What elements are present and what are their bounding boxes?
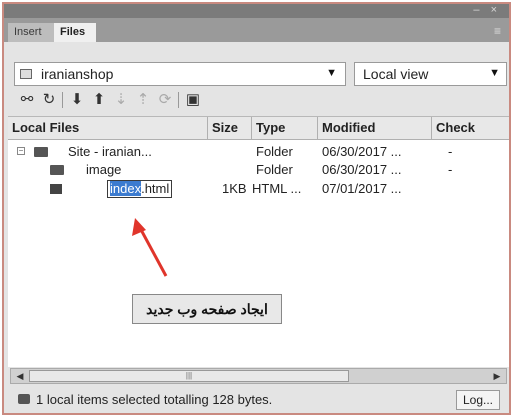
log-button[interactable]: Log...: [456, 390, 500, 410]
scroll-right-icon[interactable]: ▶: [490, 369, 504, 383]
scroll-left-icon[interactable]: ◀: [13, 369, 27, 383]
annotation-arrow: [132, 218, 168, 277]
files-panel: – × Insert Files ≡ iranianshop ▼ Local v…: [2, 2, 511, 415]
horizontal-scrollbar[interactable]: ◀ ||| ▶: [10, 368, 507, 384]
annotation-label: ایجاد صفحه وب جدید: [132, 294, 282, 324]
scroll-thumb[interactable]: |||: [29, 370, 349, 382]
status-icon: [18, 394, 30, 404]
status-bar: 1 local items selected totalling 128 byt…: [4, 386, 509, 413]
status-text: 1 local items selected totalling 128 byt…: [36, 392, 273, 407]
